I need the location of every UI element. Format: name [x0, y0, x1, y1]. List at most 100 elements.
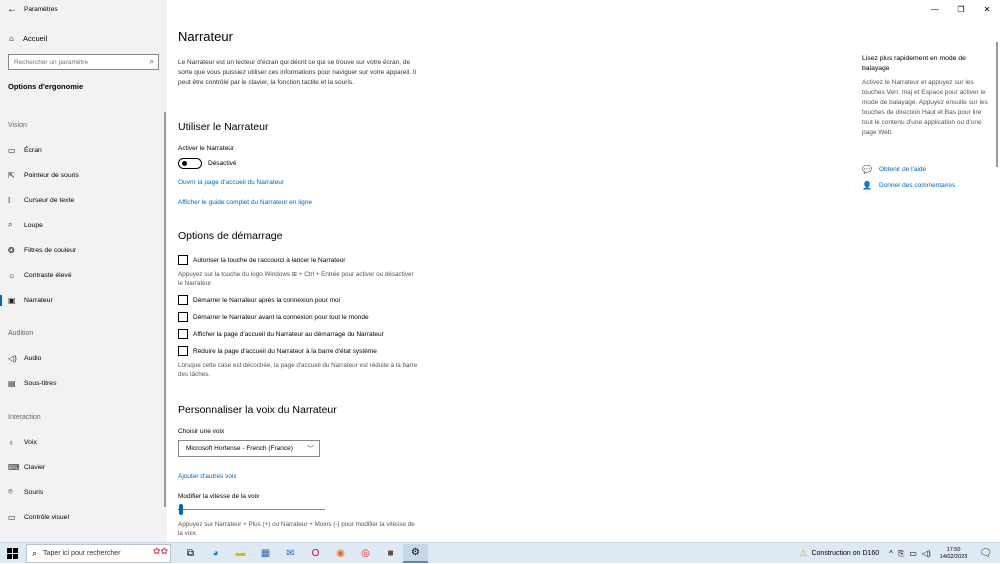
speed-label: Modifier la vitesse de la voix: [178, 493, 260, 500]
narrator-home-link[interactable]: Ouvrir la page d'accueil du Narrateur: [178, 179, 284, 186]
sidebar-item-label: Filtres de couleur: [24, 246, 77, 254]
sidebar-item-contraste-eleve[interactable]: ☼ Contraste élevé: [0, 267, 167, 283]
sidebar-item-controle-visuel[interactable]: ▭ Contrôle visuel: [0, 509, 167, 525]
checkbox-row-shortcut[interactable]: Autoriser la touche de raccourci à lance…: [178, 254, 345, 266]
sidebar-section-title: Options d'ergonomie: [8, 82, 84, 91]
opera-icon[interactable]: O: [303, 544, 328, 563]
task-view-icon[interactable]: ⧉: [178, 544, 203, 563]
minimize-home-checkbox[interactable]: [178, 346, 188, 356]
after-login-checkbox[interactable]: [178, 295, 188, 305]
sidebar-item-label: Contrôle visuel: [24, 513, 69, 521]
before-login-checkbox[interactable]: [178, 312, 188, 322]
restore-icon[interactable]: ❐: [948, 0, 974, 18]
sidebar: ← Paramètres ⌂ Accueil ⌕ Options d'ergon…: [0, 0, 167, 542]
shortcut-hint: Appuyez sur la touche du logo Windows ⊞ …: [178, 271, 414, 287]
search-icon[interactable]: ⌕: [150, 57, 154, 67]
microphone-icon: ♁: [8, 437, 14, 447]
sidebar-item-audio[interactable]: ◁) Audio: [0, 350, 167, 366]
sidebar-item-filtres-couleur[interactable]: ❂ Filtres de couleur: [0, 242, 167, 258]
file-explorer-icon[interactable]: ▬: [228, 544, 253, 563]
monitor-icon: ▭: [8, 145, 16, 155]
sidebar-group-vision: Vision: [8, 122, 27, 129]
checkbox-label: Autoriser la touche de raccourci à lance…: [193, 256, 346, 264]
sidebar-item-voix[interactable]: ♁ Voix: [0, 434, 167, 450]
speaker-icon: ◁): [8, 353, 17, 363]
sidebar-item-home[interactable]: ⌂ Accueil: [0, 30, 167, 46]
chrome-icon[interactable]: ◎: [353, 544, 378, 563]
start-button[interactable]: [4, 546, 20, 561]
clock-time: 17:50: [946, 546, 961, 553]
firefox-icon[interactable]: ◉: [328, 544, 353, 563]
sidebar-item-narrateur[interactable]: ▣ Narrateur: [0, 292, 167, 308]
app-title: Paramètres: [24, 5, 58, 13]
checkbox-row-before-login[interactable]: Démarrer le Narrateur avant la connexion…: [178, 311, 369, 323]
back-arrow-icon[interactable]: ←: [0, 0, 24, 18]
link-label: Obtenir de l'aide: [879, 165, 927, 173]
sidebar-item-curseur-texte[interactable]: I Curseur de texte: [0, 192, 167, 208]
mouse-pointer-icon: ⇱: [8, 170, 15, 180]
add-voices-link[interactable]: Ajouter d'autres voix: [178, 473, 237, 480]
show-home-checkbox[interactable]: [178, 329, 188, 339]
volume-icon[interactable]: ◁): [922, 549, 931, 558]
minimize-icon[interactable]: —: [922, 0, 948, 18]
taskbar-apps: ⧉ ◕ ▬ ▦ ✉ O ◉ ◎ ■ ⚙: [178, 544, 428, 563]
narrator-guide-link[interactable]: Afficher le guide complet du Narrateur e…: [178, 199, 312, 206]
sidebar-item-souris[interactable]: ⌾ Souris: [0, 484, 167, 500]
minimize-hint: Lorsque cette case est décochée, la page…: [178, 362, 418, 378]
chevron-up-icon[interactable]: ^: [889, 549, 893, 558]
mouse-icon: ⌾: [8, 487, 13, 496]
sidebar-item-label: Sous-titres: [24, 379, 57, 387]
settings-window: ← Paramètres ⌂ Accueil ⌕ Options d'ergon…: [0, 0, 1000, 542]
tip-title: Lisez plus rapidement en mode de balayag…: [862, 55, 966, 72]
get-help-link[interactable]: 💬 Obtenir de l'aide: [862, 163, 926, 175]
checkbox-label: Démarrer le Narrateur avant la connexion…: [193, 313, 369, 321]
settings-gear-icon[interactable]: ⚙: [403, 544, 428, 563]
sidebar-scrollbar[interactable]: [164, 112, 166, 507]
network-icon[interactable]: ▭: [909, 549, 917, 558]
chevron-down-icon: ﹀: [307, 446, 314, 453]
speed-slider-thumb[interactable]: [179, 504, 183, 515]
clock[interactable]: 17:50 14/02/2023: [940, 547, 968, 561]
search-highlight-icon: ✿✿: [152, 546, 168, 556]
construction-warning-icon: ⚠: [799, 548, 808, 558]
sidebar-item-label: Contraste élevé: [24, 271, 72, 279]
store-icon[interactable]: ▦: [253, 544, 278, 563]
sidebar-item-label: Clavier: [24, 463, 46, 471]
feedback-link[interactable]: 👤 Donner des commentaires: [862, 179, 955, 191]
sidebar-item-clavier[interactable]: ⌨ Clavier: [0, 459, 167, 475]
close-icon[interactable]: ✕: [974, 0, 1000, 18]
checkbox-label: Réduire la page d'accueil du Narrateur à…: [193, 347, 377, 355]
taskbar-search-placeholder: Taper ici pour rechercher: [43, 550, 121, 557]
windows-logo-icon: [6, 548, 18, 559]
sidebar-item-label: Loupe: [24, 221, 43, 229]
weather-widget[interactable]: ⚠ Construction on D160: [799, 548, 879, 559]
section-heading-startup: Options de démarrage: [178, 230, 283, 242]
selected-voice: Microsoft Hortense - French (France): [186, 445, 293, 452]
checkbox-row-after-login[interactable]: Démarrer le Narrateur après la connexion…: [178, 294, 340, 306]
narrator-toggle[interactable]: [178, 158, 202, 169]
sidebar-item-label: Voix: [24, 438, 37, 446]
checkbox-row-minimize-home[interactable]: Réduire la page d'accueil du Narrateur à…: [178, 345, 377, 357]
main-scrollbar[interactable]: [996, 42, 998, 167]
weather-text: Construction on D160: [811, 550, 880, 557]
sidebar-item-sous-titres[interactable]: ▤ Sous-titres: [0, 375, 167, 391]
sidebar-item-ecran[interactable]: ▭ Écran: [0, 142, 167, 158]
speed-slider-track[interactable]: [178, 509, 325, 510]
page-description: Le Narrateur est un lecteur d'écran qui …: [178, 59, 417, 86]
settings-search-box[interactable]: ⌕: [8, 54, 159, 70]
settings-search-input[interactable]: [14, 58, 142, 66]
choose-voice-label: Choisir une voix: [178, 428, 225, 435]
taskbar-search[interactable]: ⌕ Taper ici pour rechercher ✿✿: [26, 544, 171, 563]
sidebar-item-pointeur-souris[interactable]: ⇱ Pointeur de souris: [0, 167, 167, 183]
sidebar-item-loupe[interactable]: ⌕ Loupe: [0, 217, 167, 233]
narrator-icon: ▣: [8, 295, 16, 305]
minecraft-icon[interactable]: ■: [378, 544, 403, 563]
edge-icon[interactable]: ◕: [203, 544, 228, 563]
notification-icon[interactable]: 🗨: [979, 548, 992, 559]
sidebar-item-label: Pointeur de souris: [24, 171, 79, 179]
voice-dropdown[interactable]: Microsoft Hortense - French (France) ﹀: [178, 440, 320, 457]
mail-icon[interactable]: ✉: [278, 544, 303, 563]
checkbox-row-show-home[interactable]: Afficher la page d'accueil du Narrateur …: [178, 328, 384, 340]
usb-icon[interactable]: ⎘: [898, 549, 904, 559]
shortcut-checkbox[interactable]: [178, 255, 188, 265]
